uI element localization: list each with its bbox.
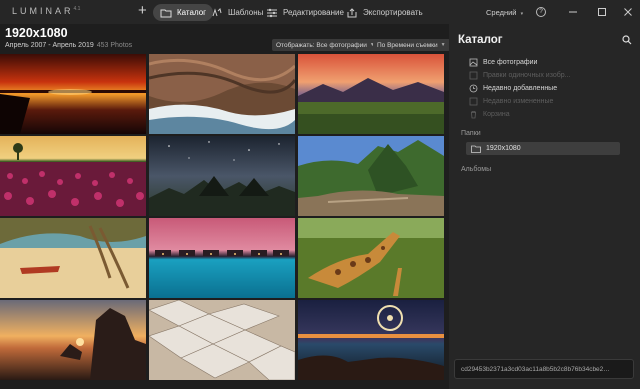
photo-thumbnail[interactable] — [149, 300, 295, 380]
chevron-down-icon: ▼ — [440, 42, 446, 48]
photo-machu-picchu — [298, 136, 444, 216]
library-item-label: Недавно измененные — [483, 98, 554, 105]
photo-thumbnail[interactable] — [149, 54, 295, 134]
photo-thumbnail[interactable] — [298, 300, 444, 380]
photo-rock-waves — [149, 54, 295, 134]
top-bar: LUMINAR4.1 + Каталог Шаблоны Редактирова… — [0, 0, 640, 24]
library-item-single-edits: Правки одиночных изобр... — [469, 70, 570, 81]
edited-icon — [469, 97, 478, 106]
photo-overwater-bungalows — [149, 218, 295, 298]
photo-thumbnail[interactable] — [0, 218, 146, 298]
page-title: 1920x1080 — [5, 26, 68, 40]
library-item-label: Все фотографии — [483, 59, 538, 66]
photo-giraffes — [298, 218, 444, 298]
tab-export[interactable]: Экспортировать — [346, 4, 423, 21]
quality-value: Средний — [486, 8, 517, 17]
library-item-recently-edited: Недавно измененные — [469, 96, 553, 107]
search-icon[interactable] — [622, 35, 632, 45]
tab-label: Экспортировать — [363, 8, 423, 17]
chevron-down-icon: ▾ — [520, 11, 524, 17]
more-icon[interactable]: ... — [477, 365, 627, 372]
minimize-icon[interactable] — [567, 6, 579, 18]
edit-icon — [469, 71, 478, 80]
image-hash-field[interactable]: cd29453b2371a3cd03ac11a8b5b2c8b76b34cbe2… — [454, 359, 634, 379]
photos-icon — [469, 58, 478, 67]
tab-edit[interactable]: Редактирование — [266, 4, 344, 21]
export-icon — [347, 7, 357, 17]
help-button[interactable]: ? — [536, 7, 546, 17]
library-item-all-photos[interactable]: Все фотографии — [469, 57, 537, 68]
tab-label: Каталог — [177, 8, 207, 17]
photo-sunset-pier — [0, 54, 146, 134]
panel-title: Каталог — [458, 34, 503, 46]
tab-label: Шаблоны — [228, 8, 264, 17]
tab-catalog[interactable]: Каталог — [153, 4, 214, 21]
clock-icon — [469, 84, 478, 93]
photo-thumbnail[interactable] — [298, 54, 444, 134]
photo-thumbnail[interactable] — [0, 54, 146, 134]
quality-dropdown[interactable]: Средний ▾ — [486, 8, 523, 17]
photo-thumbnail[interactable] — [298, 136, 444, 216]
library-item-label: Корзина — [483, 111, 510, 118]
presets-icon — [212, 7, 222, 16]
catalog-panel: Каталог Все фотографии Правки одиночных … — [449, 24, 640, 389]
app-logo: LUMINAR4.1 — [12, 6, 80, 16]
photo-salt-terraces — [149, 300, 295, 380]
folder-label: 1920x1080 — [486, 145, 521, 152]
albums-label: Альбомы — [461, 166, 492, 173]
library-item-trash: Корзина — [469, 109, 510, 120]
add-photos-button[interactable]: + — [138, 3, 147, 19]
photo-thumbnail[interactable] — [0, 300, 146, 380]
date-range-text: Апрель 2007 - Апрель 2019 — [5, 42, 94, 49]
photo-thumbnail[interactable] — [0, 136, 146, 216]
date-range: Апрель 2007 - Апрель 2019 453 Photos — [5, 42, 132, 49]
photo-ferris-wheel-night — [298, 300, 444, 380]
photo-thumbnail[interactable] — [149, 218, 295, 298]
photo-mountain-lake-dusk — [298, 54, 444, 134]
photo-starry-volcanoes — [149, 136, 295, 216]
photo-count: 453 Photos — [96, 42, 133, 49]
trash-icon — [471, 111, 476, 119]
tab-label: Редактирование — [283, 8, 344, 17]
photo-grid — [0, 54, 445, 389]
folder-item[interactable]: 1920x1080 — [466, 142, 620, 155]
photo-tulip-field — [0, 136, 146, 216]
folders-label: Папки — [461, 130, 481, 137]
folder-icon — [160, 9, 172, 17]
sort-dropdown[interactable]: По Времени съемки ▼ — [373, 39, 450, 51]
show-filter-dropdown[interactable]: Отображать: Все фотографии▼ — [272, 39, 379, 51]
photo-rock-sunset-coast — [0, 300, 146, 380]
library-item-label: Правки одиночных изобр... — [483, 72, 571, 79]
library-item-label: Недавно добавленные — [483, 85, 558, 92]
logo-version: 4.1 — [73, 6, 81, 12]
sliders-icon — [267, 8, 277, 17]
sort-value: По Времени съемки — [377, 41, 438, 49]
library-item-recently-added[interactable]: Недавно добавленные — [469, 83, 557, 94]
close-icon[interactable] — [622, 6, 634, 18]
folder-icon — [471, 145, 481, 153]
tab-presets[interactable]: Шаблоны — [211, 4, 263, 21]
photo-thumbnail[interactable] — [149, 136, 295, 216]
photo-beach-boat-tree — [0, 218, 146, 298]
show-filter-value: Отображать: Все фотографии — [276, 41, 367, 49]
maximize-icon[interactable] — [596, 6, 608, 18]
logo-text: LUMINAR — [12, 6, 74, 16]
photo-thumbnail[interactable] — [298, 218, 444, 298]
